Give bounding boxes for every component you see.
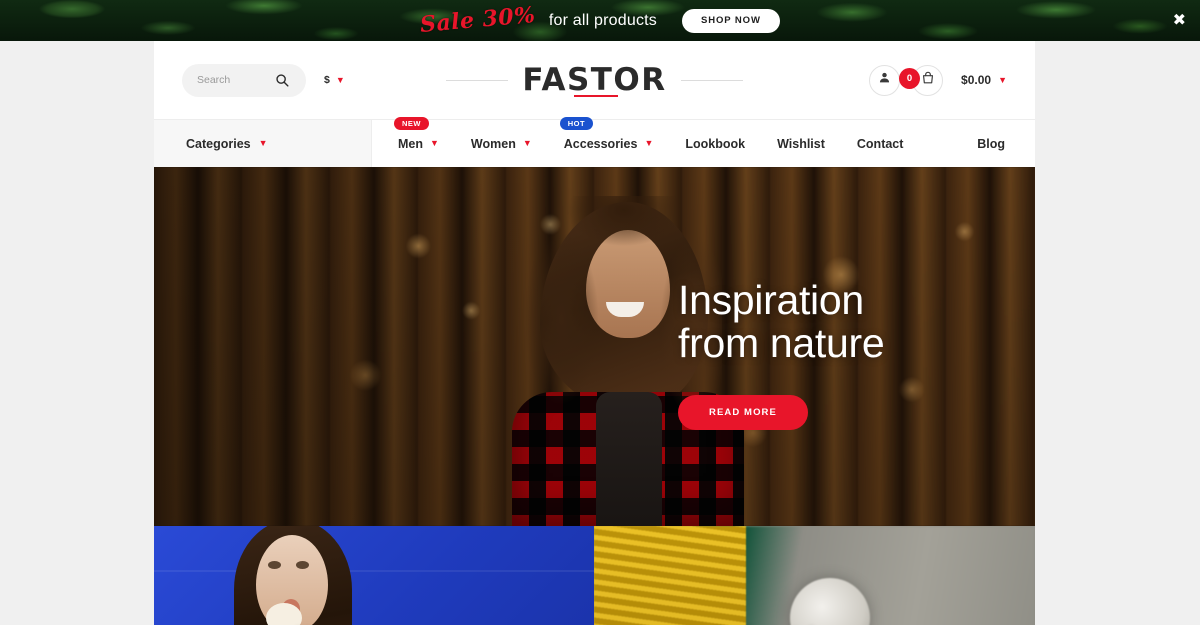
tile-background xyxy=(154,526,594,625)
site-logo[interactable]: FASTOR xyxy=(522,62,666,98)
cart-total-amount: $0.00 xyxy=(961,73,992,87)
logo-rule-left xyxy=(446,79,509,81)
chevron-down-icon: ▼ xyxy=(258,138,268,148)
tile-highlight-line xyxy=(154,570,594,572)
nav-item-accessories[interactable]: HOT Accessories ▼ xyxy=(559,116,654,151)
chevron-down-icon: ▼ xyxy=(644,138,654,148)
nav-badge-new: NEW xyxy=(394,116,429,130)
logo-rule-right xyxy=(680,79,743,81)
hero-banner[interactable]: Inspiration from nature READ MORE xyxy=(154,167,1035,526)
nav-item-wishlist[interactable]: Wishlist xyxy=(777,137,825,151)
cart-total[interactable]: $0.00 ▼ xyxy=(961,73,1007,87)
promo-tiles: New Blouses Perfect style accessories xyxy=(154,526,1035,625)
promo-tile-accessories[interactable]: Perfect style accessories xyxy=(594,526,1035,625)
site-header: $ ▼ FASTOR xyxy=(154,41,1035,119)
basket-icon xyxy=(921,71,935,90)
main-navigation: Categories ▼ NEW Men ▼ Women ▼ HOT Acces… xyxy=(154,116,1035,167)
chevron-down-icon: ▼ xyxy=(335,74,345,85)
close-icon[interactable]: ✖ xyxy=(1173,12,1186,28)
categories-menu[interactable]: Categories ▼ xyxy=(154,120,372,167)
chevron-down-icon: ▼ xyxy=(998,74,1007,85)
cart-group[interactable]: 0 xyxy=(899,64,944,96)
site-container: $ ▼ FASTOR xyxy=(154,41,1035,625)
tile-model-eye-right xyxy=(296,561,309,569)
search-input[interactable] xyxy=(197,74,275,86)
search-box[interactable] xyxy=(182,63,306,97)
nav-item-contact[interactable]: Contact xyxy=(857,137,904,151)
search-icon[interactable] xyxy=(275,73,289,87)
logo-text: FASTOR xyxy=(522,62,667,98)
nav-item-lookbook[interactable]: Lookbook xyxy=(685,137,745,151)
page-background: $ ▼ FASTOR xyxy=(0,41,1200,625)
hero-copy: Inspiration from nature READ MORE xyxy=(678,277,885,430)
shop-now-button[interactable]: SHOP NOW xyxy=(682,8,780,33)
logo-underline xyxy=(574,94,618,97)
nav-badge-hot: HOT xyxy=(559,116,594,130)
promo-bar: Sale 30% for all products SHOP NOW ✖ xyxy=(0,0,1200,41)
hero-title-line-1: Inspiration xyxy=(678,277,864,323)
promo-content: Sale 30% for all products SHOP NOW xyxy=(419,2,780,37)
currency-label: $ xyxy=(324,74,330,86)
ice-cream-scoop-icon xyxy=(266,603,302,625)
nav-items: NEW Men ▼ Women ▼ HOT Accessories ▼ Look… xyxy=(372,116,1035,167)
tile-model-photo xyxy=(234,526,352,625)
hero-title: Inspiration from nature xyxy=(678,277,885,367)
promo-tagline: for all products xyxy=(548,11,657,29)
account-button[interactable] xyxy=(869,64,901,96)
chevron-down-icon: ▼ xyxy=(522,138,532,148)
nav-item-blog[interactable]: Blog xyxy=(977,137,1005,151)
user-icon xyxy=(878,71,891,89)
tile-model-eye-left xyxy=(268,561,281,569)
chevron-down-icon: ▼ xyxy=(430,138,439,148)
header-left-group: $ ▼ xyxy=(182,63,345,97)
read-more-button[interactable]: READ MORE xyxy=(678,394,808,430)
nav-item-women[interactable]: Women ▼ xyxy=(471,137,532,151)
hero-vignette xyxy=(154,167,1035,526)
promo-tile-new-blouses[interactable]: New Blouses xyxy=(154,526,594,625)
currency-selector[interactable]: $ ▼ xyxy=(324,74,345,86)
cart-count-badge: 0 xyxy=(899,67,921,89)
header-right-group: 0 $0.00 ▼ xyxy=(869,64,1007,96)
hero-title-line-2: from nature xyxy=(678,320,885,367)
nav-label-men: Men xyxy=(398,136,423,151)
knit-sweater-photo xyxy=(594,526,746,625)
nav-label-women: Women xyxy=(470,136,516,151)
nav-label-accessories: Accessories xyxy=(563,136,638,151)
categories-label: Categories xyxy=(186,136,251,151)
nav-item-men[interactable]: NEW Men ▼ xyxy=(394,116,439,151)
promo-sale-text: Sale 30% xyxy=(419,1,537,38)
